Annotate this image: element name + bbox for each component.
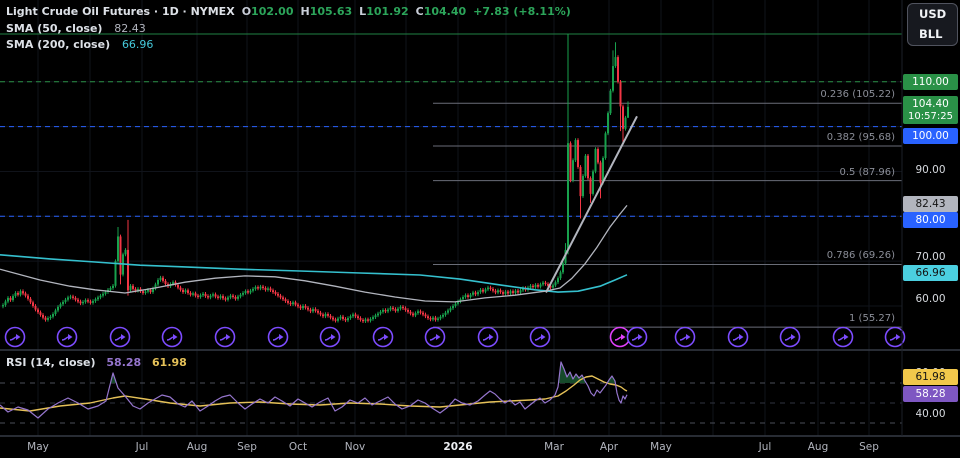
contract-roll-icon[interactable] bbox=[676, 328, 695, 347]
time-axis-label: Oct bbox=[289, 441, 307, 453]
contract-roll-icon[interactable] bbox=[834, 328, 853, 347]
trend-line[interactable] bbox=[546, 116, 637, 292]
ohlc-value: 101.92 bbox=[366, 5, 408, 18]
time-axis-label: Mar bbox=[544, 441, 564, 453]
rsi-value: 58.28 bbox=[106, 356, 141, 369]
contract-roll-icon[interactable] bbox=[426, 328, 445, 347]
contract-roll-icon[interactable] bbox=[58, 328, 77, 347]
contract-roll-icon[interactable] bbox=[216, 328, 235, 347]
ohlc-value: 105.63 bbox=[310, 5, 352, 18]
currency-usd-button[interactable]: USD bbox=[908, 4, 957, 24]
ohlc-value: 104.40 bbox=[424, 5, 466, 18]
price-badge[interactable]: 80.00 bbox=[903, 212, 958, 228]
price-badge-value: 110.00 bbox=[903, 74, 958, 90]
time-axis-label: May bbox=[650, 441, 672, 453]
ohlc-value: 102.00 bbox=[251, 5, 293, 18]
price-badge[interactable]: 66.96 bbox=[903, 265, 958, 281]
contract-roll-icon[interactable] bbox=[479, 328, 498, 347]
alert-lines[interactable] bbox=[0, 34, 902, 216]
chart-canvas[interactable] bbox=[0, 0, 960, 458]
time-axis-label: Aug bbox=[808, 441, 829, 453]
price-badge[interactable]: 58.28 bbox=[903, 386, 958, 402]
contract-roll-icon[interactable] bbox=[111, 328, 130, 347]
price-axis-label: 90.00 bbox=[903, 163, 958, 177]
contract-roll-icon[interactable] bbox=[269, 328, 288, 347]
time-axis-label: Sep bbox=[859, 441, 879, 453]
rsi-pane bbox=[0, 362, 902, 423]
contract-roll-icons[interactable] bbox=[6, 328, 905, 347]
contract-roll-icon[interactable] bbox=[781, 328, 800, 347]
sma200-legend[interactable]: SMA (200, close) 66.96 bbox=[6, 38, 153, 51]
price-badge-value: 80.00 bbox=[903, 212, 958, 228]
time-axis-label: Nov bbox=[345, 441, 366, 453]
chart-window: Light Crude Oil Futures · 1D · NYMEX O102… bbox=[0, 0, 960, 458]
time-axis-label: 2026 bbox=[443, 441, 472, 453]
sma200-label: SMA (200, close) bbox=[6, 38, 110, 51]
last-price-badge[interactable]: 104.4010:57:25 bbox=[903, 96, 958, 124]
time-axis-label: Aug bbox=[187, 441, 208, 453]
fib-level-label: 0.786 (69.26) bbox=[827, 250, 895, 261]
unit-bll-button[interactable]: BLL bbox=[908, 24, 957, 44]
rsi-legend[interactable]: RSI (14, close) 58.28 61.98 bbox=[6, 356, 187, 369]
rsi-label: RSI (14, close) bbox=[6, 356, 96, 369]
price-badge-value: 58.28 bbox=[903, 386, 958, 402]
contract-roll-icon[interactable] bbox=[321, 328, 340, 347]
rsi-line bbox=[0, 362, 627, 418]
time-axis-label: Jul bbox=[136, 441, 149, 453]
price-badge[interactable]: 110.00 bbox=[903, 74, 958, 90]
pane-separators[interactable] bbox=[0, 0, 960, 436]
contract-roll-icon[interactable] bbox=[611, 328, 630, 347]
ohlc-key: H bbox=[301, 5, 310, 18]
sma50-legend[interactable]: SMA (50, close) 82.43 bbox=[6, 22, 146, 35]
sma50-label: SMA (50, close) bbox=[6, 22, 102, 35]
fib-level-label: 1 (55.27) bbox=[849, 313, 895, 324]
grid-lines bbox=[0, 0, 902, 436]
sma50-value: 82.43 bbox=[114, 22, 146, 35]
ohlc-values: O102.00H105.63L101.92C104.40 bbox=[235, 5, 466, 18]
price-badge[interactable]: 82.43 bbox=[903, 196, 958, 212]
price-badge-value: 61.98 bbox=[903, 369, 958, 385]
time-axis-label: Apr bbox=[600, 441, 618, 453]
price-axis-label: 40.00 bbox=[903, 407, 958, 421]
contract-roll-icon[interactable] bbox=[531, 328, 550, 347]
contract-roll-icon[interactable] bbox=[628, 328, 647, 347]
time-axis-label: Jul bbox=[759, 441, 772, 453]
fib-level-label: 0.5 (87.96) bbox=[839, 167, 895, 178]
contract-roll-icon[interactable] bbox=[163, 328, 182, 347]
price-axis-label: 60.00 bbox=[903, 292, 958, 306]
fib-level-label: 0.382 (95.68) bbox=[827, 132, 895, 143]
fib-level-label: 0.236 (105.22) bbox=[820, 89, 895, 100]
symbol-title: Light Crude Oil Futures · 1D · NYMEX bbox=[6, 5, 235, 18]
contract-roll-icon[interactable] bbox=[6, 328, 25, 347]
price-badge-value: 66.96 bbox=[903, 265, 958, 281]
contract-roll-icon[interactable] bbox=[374, 328, 393, 347]
symbol-legend[interactable]: Light Crude Oil Futures · 1D · NYMEX O102… bbox=[6, 5, 571, 18]
rsi-ma-value: 61.98 bbox=[152, 356, 187, 369]
price-badge[interactable]: 61.98 bbox=[903, 369, 958, 385]
time-axis-label: May bbox=[27, 441, 49, 453]
ohlc-key: C bbox=[416, 5, 424, 18]
countdown-timer: 10:57:25 bbox=[903, 110, 958, 124]
price-badge[interactable]: 100.00 bbox=[903, 128, 958, 144]
contract-roll-icon[interactable] bbox=[729, 328, 748, 347]
time-axis-label: Sep bbox=[237, 441, 257, 453]
currency-unit-toggle: USD BLL bbox=[907, 3, 958, 46]
price-badge-value: 100.00 bbox=[903, 128, 958, 144]
sma200-value: 66.96 bbox=[122, 38, 154, 51]
price-badge-value: 82.43 bbox=[903, 196, 958, 212]
ohlc-key: O bbox=[242, 5, 251, 18]
candlestick-series bbox=[2, 34, 629, 323]
change-value: +7.83 (+8.11%) bbox=[473, 5, 571, 18]
price-axis-label: 70.00 bbox=[903, 250, 958, 264]
